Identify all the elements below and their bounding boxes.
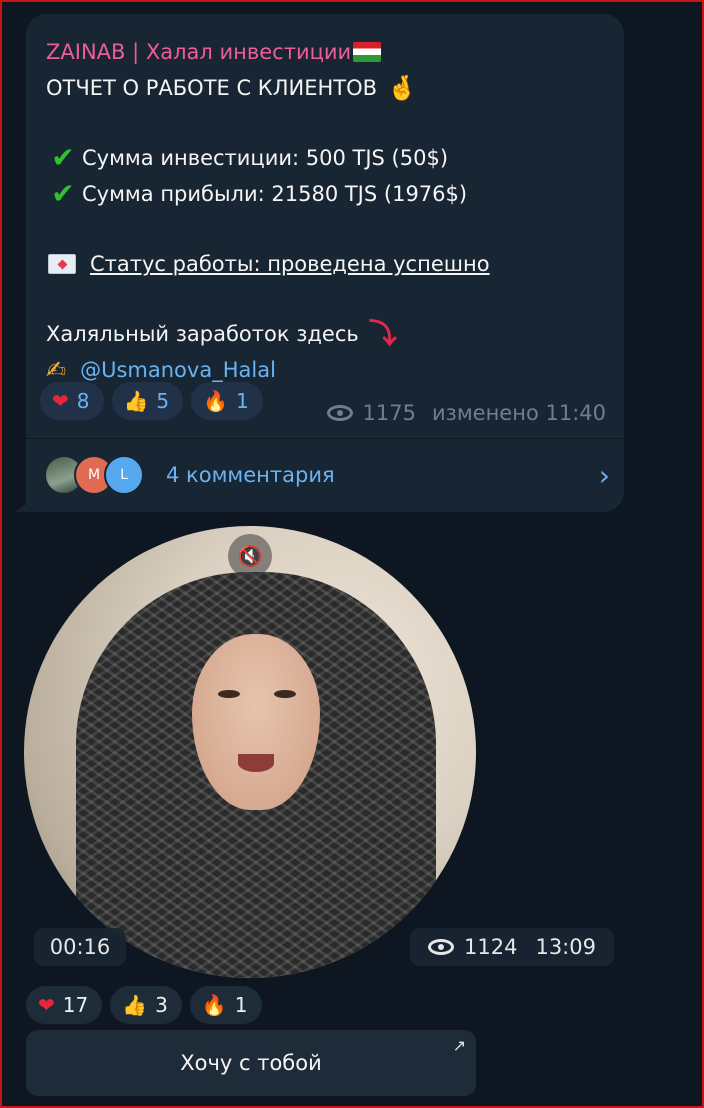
post-reactions: ❤ 8 👍 5 🔥 1 bbox=[40, 382, 263, 420]
thumbs-up-icon: 👍 bbox=[123, 389, 149, 413]
bubble-tail bbox=[14, 498, 36, 512]
view-count: 1175 bbox=[362, 401, 416, 425]
divider bbox=[26, 438, 624, 439]
fire-icon: 🔥 bbox=[201, 993, 227, 1017]
fire-icon: 🔥 bbox=[203, 389, 229, 413]
reaction-count: 17 bbox=[62, 993, 89, 1017]
checkmark-icon: ✔ bbox=[51, 141, 75, 174]
post-title: ОТЧЕТ О РАБОТЕ С КЛИЕНТОВ bbox=[46, 76, 378, 100]
reaction-count: 1 bbox=[236, 389, 249, 413]
inline-button-label: Хочу с тобой bbox=[180, 1051, 322, 1075]
reaction-count: 8 bbox=[76, 389, 90, 413]
earnings-text: Халяльный заработок здесь bbox=[46, 322, 359, 346]
post-text: ZAINAB | Халал инвестиции ОТЧЕТ О РАБОТЕ… bbox=[46, 34, 616, 388]
reaction-thumbs-up[interactable]: 👍 3 bbox=[110, 986, 182, 1024]
video-face bbox=[192, 634, 320, 810]
channel-post-bubble: ZAINAB | Халал инвестиции ОТЧЕТ О РАБОТЕ… bbox=[26, 14, 624, 512]
comments-button[interactable]: M L 4 комментария › bbox=[44, 448, 614, 502]
reaction-fire[interactable]: 🔥 1 bbox=[189, 986, 262, 1024]
comments-count: 4 комментария bbox=[166, 463, 335, 487]
video-view-count: 1124 bbox=[464, 935, 518, 959]
video-time: 13:09 bbox=[535, 935, 596, 959]
video-duration: 00:16 bbox=[34, 928, 126, 966]
eye-icon bbox=[326, 405, 353, 421]
edited-time: изменено 11:40 bbox=[432, 401, 606, 425]
post-meta: 1175 изменено 11:40 bbox=[326, 398, 606, 428]
tajikistan-flag-icon bbox=[353, 42, 382, 62]
duration-text: 00:16 bbox=[49, 935, 111, 959]
crossed-fingers-icon: 🤞 bbox=[387, 74, 417, 102]
profit-amount: Сумма прибыли: 21580 TJS (1976$) bbox=[82, 182, 468, 206]
muted-speaker-icon[interactable]: 🔇 bbox=[228, 534, 272, 578]
reaction-heart[interactable]: ❤ 8 bbox=[40, 382, 104, 420]
work-status: Статус работы: проведена успешно bbox=[90, 252, 490, 276]
reaction-count: 3 bbox=[155, 993, 168, 1017]
chevron-right-icon: › bbox=[598, 458, 610, 492]
heart-icon: ❤ bbox=[52, 389, 69, 413]
external-link-icon: ↗ bbox=[452, 1036, 466, 1055]
arrow-down-icon: ⤵ bbox=[368, 317, 397, 350]
sender-name[interactable]: ZAINAB | Халал инвестиции bbox=[46, 34, 351, 70]
inline-url-button[interactable]: Хочу с тобой ↗ bbox=[26, 1030, 476, 1096]
love-letter-icon bbox=[48, 254, 76, 274]
video-reactions: ❤ 17 👍 3 🔥 1 bbox=[26, 986, 262, 1024]
investment-amount: Сумма инвестиции: 500 TJS (50$) bbox=[82, 146, 449, 170]
reaction-thumbs-up[interactable]: 👍 5 bbox=[111, 382, 184, 420]
reaction-fire[interactable]: 🔥 1 bbox=[191, 382, 263, 420]
video-message[interactable] bbox=[24, 526, 476, 978]
reaction-count: 1 bbox=[234, 993, 248, 1017]
reaction-count: 5 bbox=[156, 389, 170, 413]
heart-icon: ❤ bbox=[38, 993, 55, 1017]
thumbs-up-icon: 👍 bbox=[122, 993, 148, 1017]
reaction-heart[interactable]: ❤ 17 bbox=[26, 986, 103, 1024]
checkmark-icon: ✔ bbox=[51, 177, 75, 210]
avatar: L bbox=[104, 455, 144, 495]
video-meta: 1124 13:09 bbox=[410, 928, 614, 966]
eye-icon bbox=[428, 939, 454, 955]
